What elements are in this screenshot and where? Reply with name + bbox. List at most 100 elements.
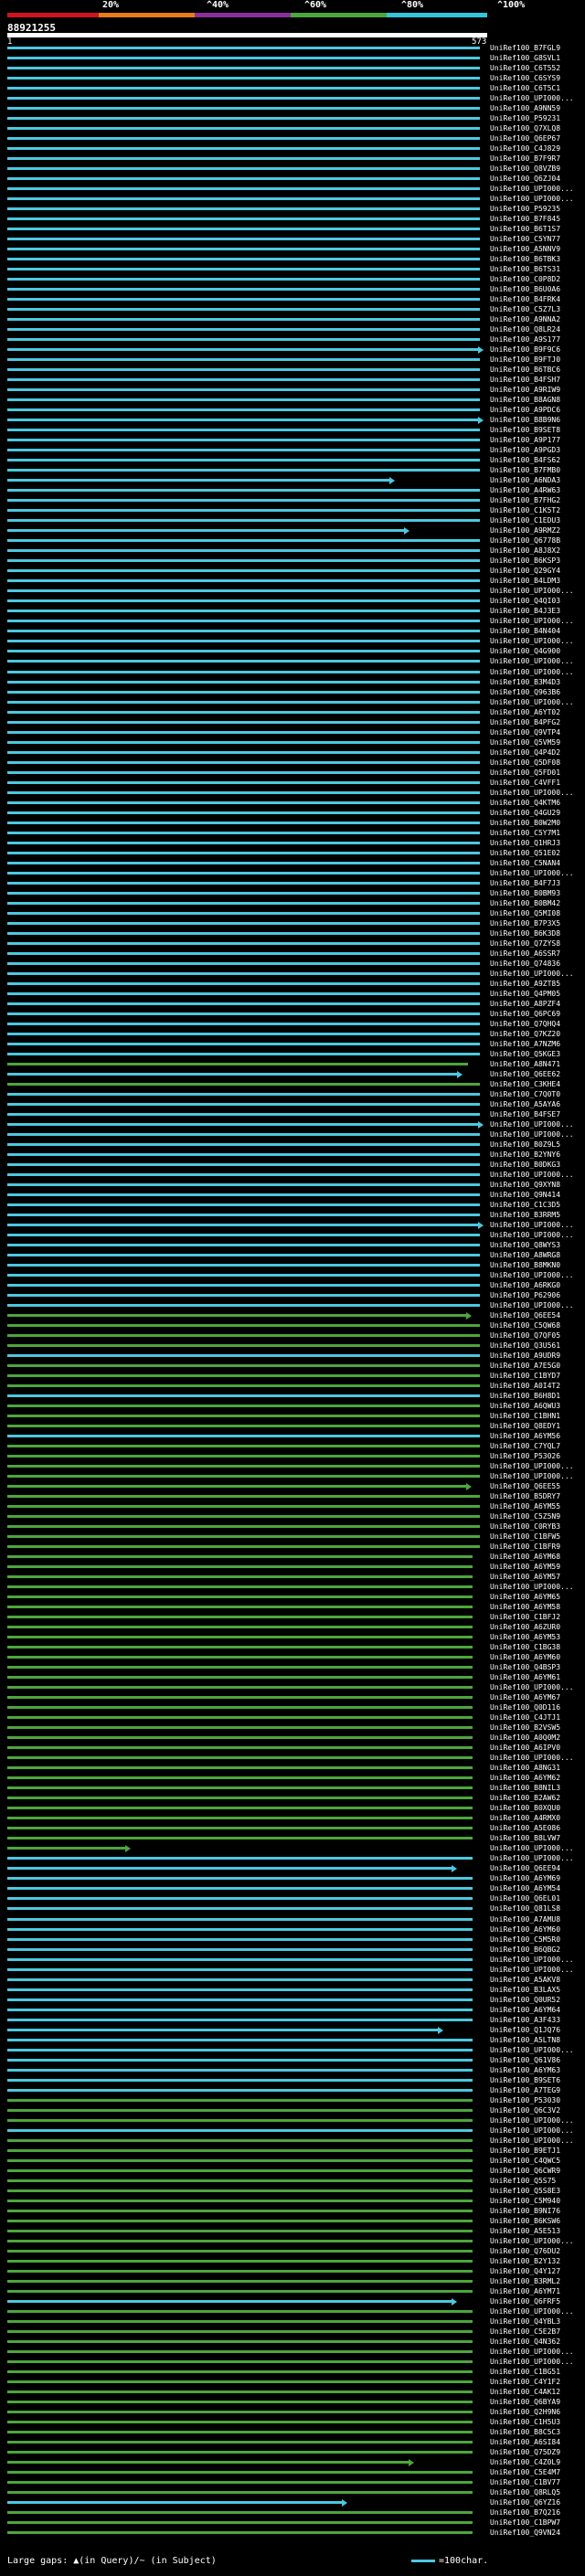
hit-bar[interactable] xyxy=(7,67,480,70)
hit-row[interactable]: UniRef100_B0Z9L5 xyxy=(0,1140,585,1149)
hit-bar[interactable] xyxy=(7,1314,468,1318)
hit-label[interactable]: UniRef100_A8J8X2 xyxy=(490,546,560,555)
hit-row[interactable]: UniRef100_Q6CWR9 xyxy=(0,2167,585,2175)
hit-label[interactable]: UniRef100_C5M940 xyxy=(490,2197,560,2205)
hit-bar[interactable] xyxy=(7,2008,473,2011)
hit-label[interactable]: UniRef100_C5Z7L3 xyxy=(490,305,560,313)
hit-bar[interactable] xyxy=(7,348,480,352)
hit-row[interactable]: UniRef100_Q6EE55 xyxy=(0,1482,585,1491)
hit-bar[interactable] xyxy=(7,1405,480,1408)
hit-bar[interactable] xyxy=(7,2018,473,2021)
hit-row[interactable]: UniRef100_C4Y1F2 xyxy=(0,2378,585,2386)
hit-label[interactable]: UniRef100_B3M4D3 xyxy=(490,678,560,686)
hit-label[interactable]: UniRef100_B4PFG2 xyxy=(490,718,560,726)
hit-row[interactable]: UniRef100_A6YM64 xyxy=(0,2006,585,2014)
hit-label[interactable]: UniRef100_UPI000... xyxy=(490,637,574,645)
hit-row[interactable]: UniRef100_B6K3D8 xyxy=(0,929,585,938)
hit-label[interactable]: UniRef100_UPI000... xyxy=(490,1462,574,1470)
hit-row[interactable]: UniRef100_UPI000... xyxy=(0,94,585,102)
hit-label[interactable]: UniRef100_Q6CWR9 xyxy=(490,2167,560,2175)
hit-bar[interactable] xyxy=(7,780,480,784)
hit-bar[interactable] xyxy=(7,1142,480,1146)
hit-row[interactable]: UniRef100_UPI000... xyxy=(0,195,585,203)
hit-bar[interactable] xyxy=(7,760,480,764)
hit-bar[interactable] xyxy=(7,2158,473,2162)
hit-bar[interactable] xyxy=(7,770,480,774)
hit-label[interactable]: UniRef100_B2Y132 xyxy=(490,2257,560,2265)
hit-label[interactable]: UniRef100_C7YQL7 xyxy=(490,1442,560,1450)
hit-bar[interactable] xyxy=(7,2189,473,2192)
hit-bar[interactable] xyxy=(7,951,480,955)
hit-label[interactable]: UniRef100_Q6EE62 xyxy=(490,1070,560,1078)
hit-label[interactable]: UniRef100_A8N471 xyxy=(490,1060,560,1068)
hit-row[interactable]: UniRef100_UPI000... xyxy=(0,2348,585,2356)
hit-bar[interactable] xyxy=(7,489,480,493)
hit-bar[interactable] xyxy=(7,2500,344,2504)
hit-row[interactable]: UniRef100_B8AGN8 xyxy=(0,396,585,404)
hit-row[interactable]: UniRef100_UPI000... xyxy=(0,2307,585,2316)
hit-row[interactable]: UniRef100_Q6EE54 xyxy=(0,1311,585,1320)
hit-bar[interactable] xyxy=(7,1394,480,1398)
hit-bar[interactable] xyxy=(7,157,480,161)
hit-label[interactable]: UniRef100_Q75DZ9 xyxy=(490,2448,560,2456)
hit-label[interactable]: UniRef100_UPI000... xyxy=(490,668,574,676)
hit-row[interactable]: UniRef100_B7FHG2 xyxy=(0,496,585,504)
hit-row[interactable]: UniRef100_P62906 xyxy=(0,1291,585,1299)
hit-label[interactable]: UniRef100_Q29GY4 xyxy=(490,567,560,575)
hit-bar[interactable] xyxy=(7,368,480,372)
hit-label[interactable]: UniRef100_B5DRY7 xyxy=(490,1492,560,1500)
hit-bar[interactable] xyxy=(7,1817,473,1820)
hit-row[interactable]: UniRef100_B4F7J3 xyxy=(0,879,585,887)
hit-row[interactable]: UniRef100_B4LDM3 xyxy=(0,577,585,585)
hit-row[interactable]: UniRef100_UPI000... xyxy=(0,657,585,665)
hit-label[interactable]: UniRef100_C5M5R0 xyxy=(490,1935,560,1944)
hit-bar[interactable] xyxy=(7,549,480,553)
hit-row[interactable]: UniRef100_Q1JQ76 xyxy=(0,2026,585,2034)
hit-bar[interactable] xyxy=(7,1233,480,1236)
hit-bar[interactable] xyxy=(7,1917,473,1921)
hit-bar[interactable] xyxy=(7,1273,480,1277)
hit-row[interactable]: UniRef100_C5YN77 xyxy=(0,235,585,243)
hit-bar[interactable] xyxy=(7,650,480,653)
hit-row[interactable]: UniRef100_B4FRK4 xyxy=(0,295,585,303)
hit-bar[interactable] xyxy=(7,1193,480,1196)
hit-label[interactable]: UniRef100_Q2H9N6 xyxy=(490,2408,560,2416)
hit-row[interactable]: UniRef100_Q51E02 xyxy=(0,849,585,857)
hit-row[interactable]: UniRef100_UPI000... xyxy=(0,1221,585,1229)
hit-bar[interactable] xyxy=(7,2219,473,2222)
hit-bar[interactable] xyxy=(7,2520,473,2524)
hit-bar[interactable] xyxy=(7,1072,459,1076)
hit-bar[interactable] xyxy=(7,2480,473,2484)
hit-row[interactable]: UniRef100_Q8EDY1 xyxy=(0,1422,585,1430)
hit-label[interactable]: UniRef100_C6SYS9 xyxy=(490,74,560,82)
hit-label[interactable]: UniRef100_C1EDU3 xyxy=(490,516,560,525)
hit-row[interactable]: UniRef100_UPI000... xyxy=(0,2237,585,2245)
hit-bar[interactable] xyxy=(7,77,480,80)
hit-bar[interactable] xyxy=(7,2249,473,2253)
hit-bar[interactable] xyxy=(7,318,480,322)
hit-label[interactable]: UniRef100_P62906 xyxy=(490,1291,560,1299)
hit-row[interactable]: UniRef100_B6TBK3 xyxy=(0,255,585,263)
hit-bar[interactable] xyxy=(7,469,480,472)
hit-row[interactable]: UniRef100_B6KSW6 xyxy=(0,2217,585,2225)
hit-bar[interactable] xyxy=(7,238,480,241)
hit-label[interactable]: UniRef100_Q5FD01 xyxy=(490,769,560,777)
hit-label[interactable]: UniRef100_A6QWU3 xyxy=(490,1402,560,1410)
hit-row[interactable]: UniRef100_Q6778B xyxy=(0,536,585,545)
hit-label[interactable]: UniRef100_B7F9R7 xyxy=(490,154,560,163)
hit-bar[interactable] xyxy=(7,1415,480,1418)
hit-row[interactable]: UniRef100_C6T552 xyxy=(0,64,585,72)
hit-label[interactable]: UniRef100_A6YM60 xyxy=(490,1653,560,1661)
hit-row[interactable]: UniRef100_Q7ZYS8 xyxy=(0,939,585,948)
hit-bar[interactable] xyxy=(7,2380,473,2383)
hit-row[interactable]: UniRef100_C1BYD7 xyxy=(0,1372,585,1380)
hit-bar[interactable] xyxy=(7,1374,480,1378)
hit-bar[interactable] xyxy=(7,1927,473,1931)
hit-row[interactable]: UniRef100_UPI000... xyxy=(0,2116,585,2125)
hit-bar[interactable] xyxy=(7,2108,473,2112)
hit-bar[interactable] xyxy=(7,670,480,673)
hit-label[interactable]: UniRef100_A6IPV0 xyxy=(490,1744,560,1752)
hit-bar[interactable] xyxy=(7,2128,473,2132)
hit-label[interactable]: UniRef100_C1K5T2 xyxy=(490,506,560,514)
hit-row[interactable]: UniRef100_A6YM53 xyxy=(0,1633,585,1641)
